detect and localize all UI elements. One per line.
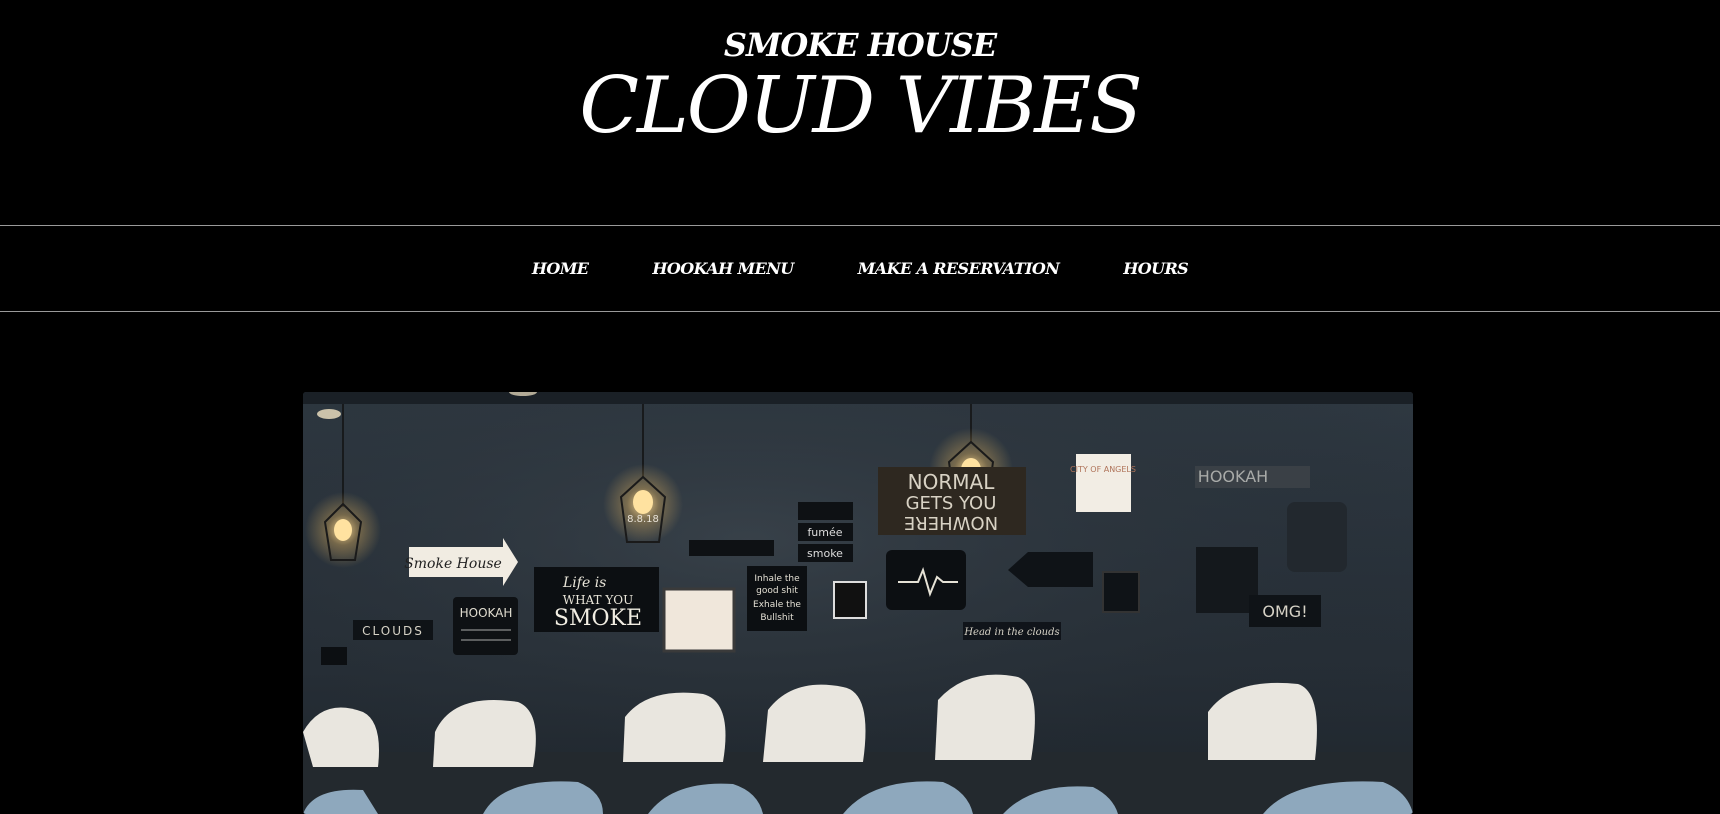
svg-text:OMG!: OMG! xyxy=(1262,602,1307,621)
hero-image: 8.8.18 Smoke House HOOKAH CLOUDS Life is… xyxy=(303,392,1413,814)
small-poster xyxy=(1102,571,1140,613)
svg-text:Life is: Life is xyxy=(562,575,606,591)
svg-text:Bullshit: Bullshit xyxy=(760,613,794,623)
dark-plate xyxy=(1287,502,1347,572)
svg-text:WHAT YOU: WHAT YOU xyxy=(563,593,634,607)
head-in-the-clouds-sign: Head in the clouds xyxy=(963,622,1061,640)
svg-text:good shit: good shit xyxy=(756,586,798,596)
svg-text:NORMAL: NORMAL xyxy=(908,470,996,494)
hookah-sign: HOOKAH xyxy=(1195,466,1310,488)
brand-title[interactable]: CLOUD VIBES xyxy=(0,63,1720,150)
nav-item-hookah-menu[interactable]: HOOKAH MENU xyxy=(652,259,794,278)
svg-text:Inhale the: Inhale the xyxy=(754,574,800,584)
nav-item-home[interactable]: HOME xyxy=(532,259,589,278)
wall-outlet xyxy=(321,647,347,665)
date-sign: 8.8.18 xyxy=(627,514,659,525)
svg-text:CLOUDS: CLOUDS xyxy=(362,624,424,638)
script-list-sign xyxy=(1196,547,1258,613)
svg-text:Smoke House: Smoke House xyxy=(404,556,502,572)
svg-text:SMOKE: SMOKE xyxy=(554,606,642,631)
normal-gets-you-nowhere-sign: NORMAL GETS YOU NOWHERE xyxy=(878,467,1026,535)
svg-text:NOWHERE: NOWHERE xyxy=(904,512,998,533)
svg-text:Exhale the: Exhale the xyxy=(753,600,801,610)
inhale-exhale-sign: Inhale the good shit Exhale the Bullshit xyxy=(747,566,807,631)
small-script-sign xyxy=(689,540,774,556)
hookah-heartbeat-sign xyxy=(886,550,966,610)
svg-text:HOOKAH: HOOKAH xyxy=(1198,467,1268,486)
site-header: SMOKE HOUSE CLOUD VIBES xyxy=(0,0,1720,225)
svg-text:HOOKAH: HOOKAH xyxy=(460,606,513,620)
lounge-interior-illustration: 8.8.18 Smoke House HOOKAH CLOUDS Life is… xyxy=(303,392,1413,814)
stacked-signs: fumée smoke xyxy=(798,502,853,562)
small-framed-photo xyxy=(833,581,867,619)
svg-text:CITY OF ANGELS: CITY OF ANGELS xyxy=(1070,465,1136,474)
omg-sign: OMG! xyxy=(1249,595,1321,627)
framed-print xyxy=(662,587,736,653)
nav-item-hours[interactable]: HOURS xyxy=(1123,259,1188,278)
svg-text:Head in the clouds: Head in the clouds xyxy=(963,627,1059,638)
svg-text:smoke: smoke xyxy=(807,547,843,560)
brand-subtitle: SMOKE HOUSE xyxy=(723,26,997,64)
nav-item-make-a-reservation[interactable]: MAKE A RESERVATION xyxy=(858,259,1060,278)
life-is-what-you-smoke-sign: Life is WHAT YOU SMOKE xyxy=(534,567,659,632)
city-of-angels-sign: CITY OF ANGELS xyxy=(1070,454,1136,512)
clouds-sign: CLOUDS xyxy=(353,620,433,640)
svg-text:GETS YOU: GETS YOU xyxy=(906,493,997,514)
svg-text:fumée: fumée xyxy=(807,526,842,539)
main-navigation: HOME HOOKAH MENU MAKE A RESERVATION HOUR… xyxy=(0,225,1720,312)
hookah-enthusiast-sign: HOOKAH xyxy=(453,597,518,655)
